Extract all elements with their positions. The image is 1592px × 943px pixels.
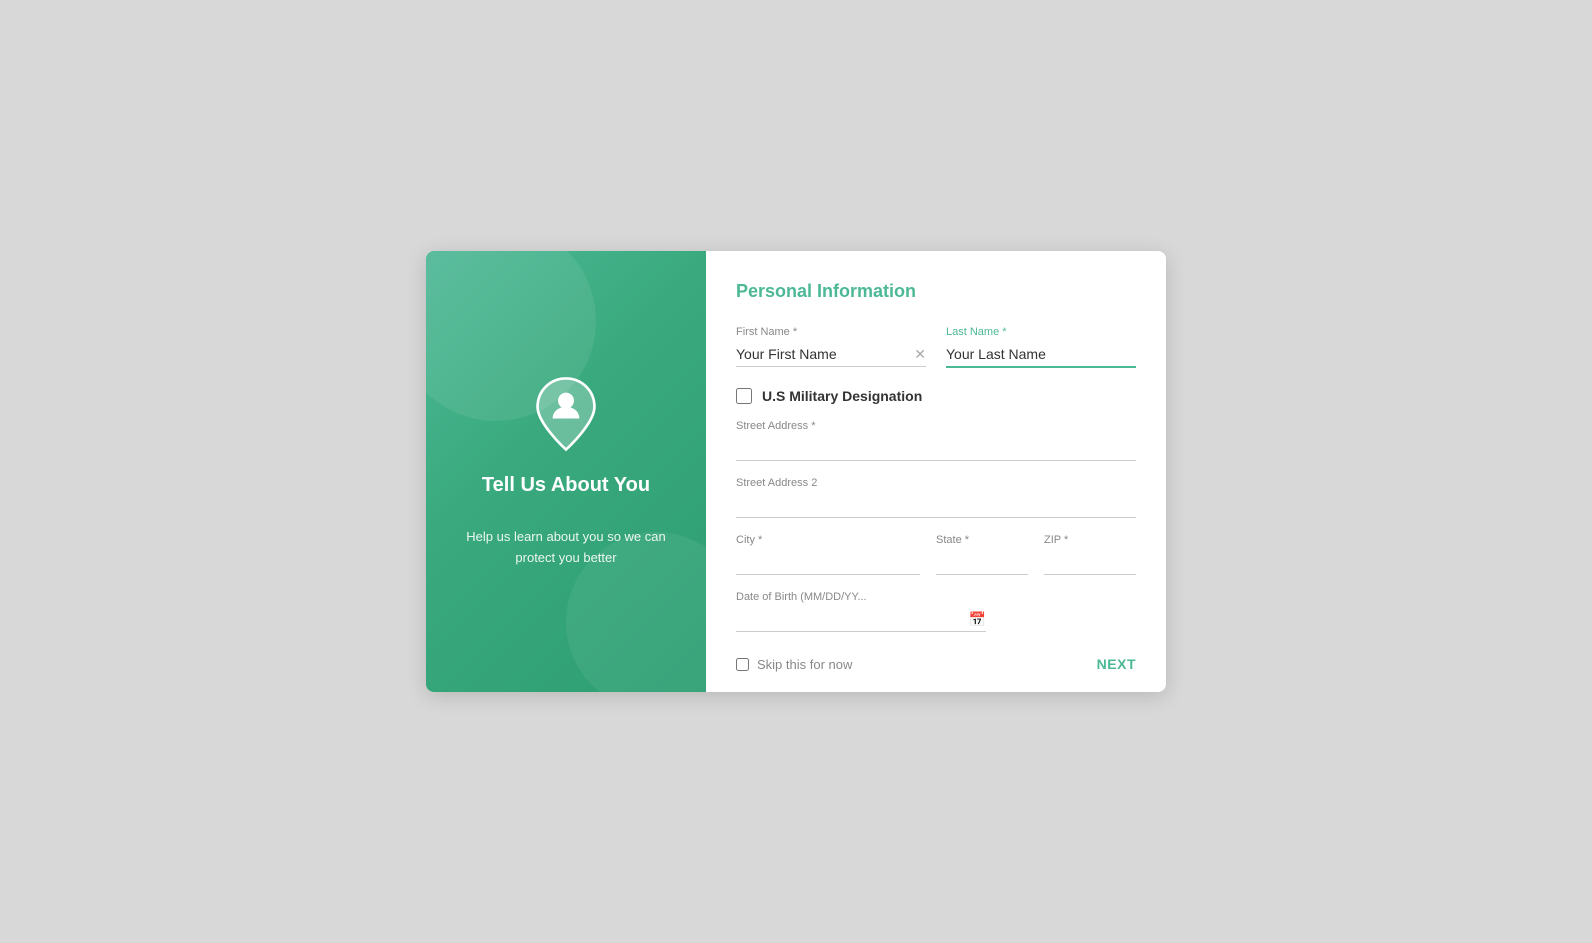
street-address-section: Street Address * xyxy=(736,420,1136,461)
section-title: Personal Information xyxy=(736,281,1136,302)
street-address-input[interactable] xyxy=(736,436,1136,461)
footer-row: Skip this for now NEXT xyxy=(736,648,1136,672)
skip-checkbox[interactable] xyxy=(736,658,749,671)
last-name-input[interactable] xyxy=(946,342,1136,368)
zip-label: ZIP * xyxy=(1044,534,1136,546)
dob-section: Date of Birth (MM/DD/YY... 📅 xyxy=(736,591,1136,632)
last-name-field: Last Name * xyxy=(946,326,1136,368)
street-address2-label: Street Address 2 xyxy=(736,477,1136,489)
dob-field: Date of Birth (MM/DD/YY... 📅 xyxy=(736,591,986,632)
city-state-zip-row: City * State * ZIP * xyxy=(736,534,1136,575)
left-subtitle: Help us learn about you so we can protec… xyxy=(456,527,676,569)
military-checkbox-row: U.S Military Designation xyxy=(736,388,1136,404)
street-address2-input[interactable] xyxy=(736,493,1136,518)
left-title: Tell Us About You xyxy=(482,474,650,497)
city-field: City * xyxy=(736,534,920,575)
clear-icon: ✕ xyxy=(914,346,926,363)
dob-input[interactable] xyxy=(736,607,986,632)
dob-label: Date of Birth (MM/DD/YY... xyxy=(736,591,986,603)
street-address-field: Street Address * xyxy=(736,420,1136,461)
first-name-field: First Name * ✕ xyxy=(736,326,926,368)
last-name-label: Last Name * xyxy=(946,326,1136,338)
name-row: First Name * ✕ Last Name * xyxy=(736,326,1136,368)
right-panel: Personal Information First Name * ✕ Last… xyxy=(706,251,1166,692)
state-field: State * xyxy=(936,534,1028,575)
street-address2-section: Street Address 2 xyxy=(736,477,1136,518)
first-name-label: First Name * xyxy=(736,326,926,338)
zip-field: ZIP * xyxy=(1044,534,1136,575)
left-panel: Tell Us About You Help us learn about yo… xyxy=(426,251,706,692)
military-checkbox[interactable] xyxy=(736,388,752,404)
next-button[interactable]: NEXT xyxy=(1097,656,1136,672)
skip-row: Skip this for now xyxy=(736,657,852,672)
state-input[interactable] xyxy=(936,550,1028,575)
zip-input[interactable] xyxy=(1044,550,1136,575)
state-label: State * xyxy=(936,534,1028,546)
location-person-icon xyxy=(526,374,606,454)
calendar-icon: 📅 xyxy=(969,611,986,628)
dob-input-wrapper: 📅 xyxy=(736,607,986,632)
city-input[interactable] xyxy=(736,550,920,575)
street-address-label: Street Address * xyxy=(736,420,1136,432)
main-card: Tell Us About You Help us learn about yo… xyxy=(426,251,1166,692)
city-label: City * xyxy=(736,534,920,546)
first-name-input-wrapper: ✕ xyxy=(736,342,926,367)
military-label: U.S Military Designation xyxy=(762,388,922,404)
skip-label: Skip this for now xyxy=(757,657,852,672)
street-address2-field: Street Address 2 xyxy=(736,477,1136,518)
first-name-input[interactable] xyxy=(736,342,926,367)
